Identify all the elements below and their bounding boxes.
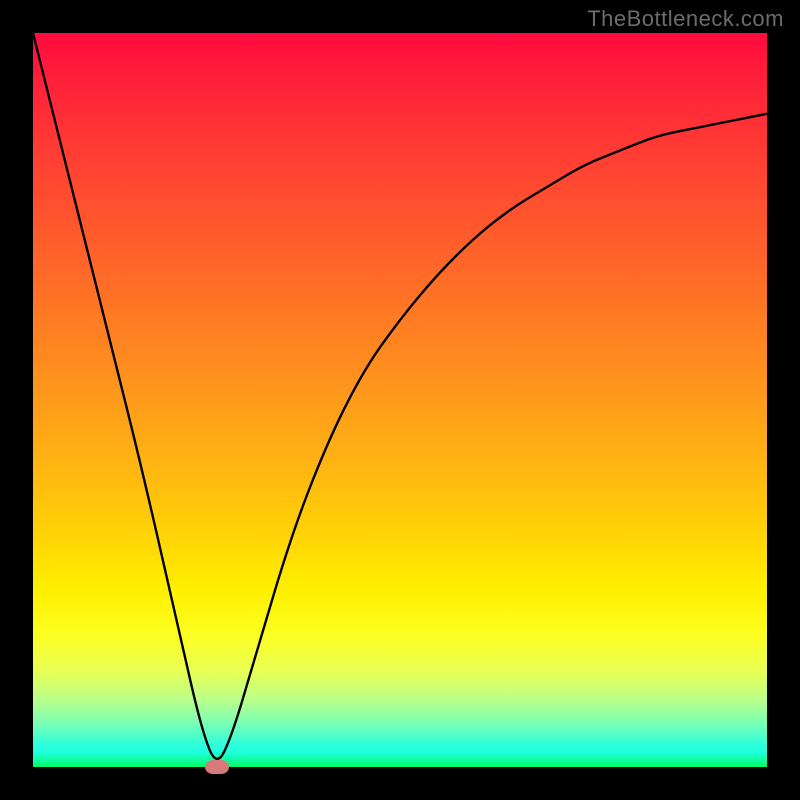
minimum-marker [205,760,229,774]
curve-path [33,33,767,759]
watermark-text: TheBottleneck.com [587,6,784,32]
chart-frame: TheBottleneck.com [0,0,800,800]
plot-area [33,33,767,767]
bottleneck-curve [33,33,767,767]
